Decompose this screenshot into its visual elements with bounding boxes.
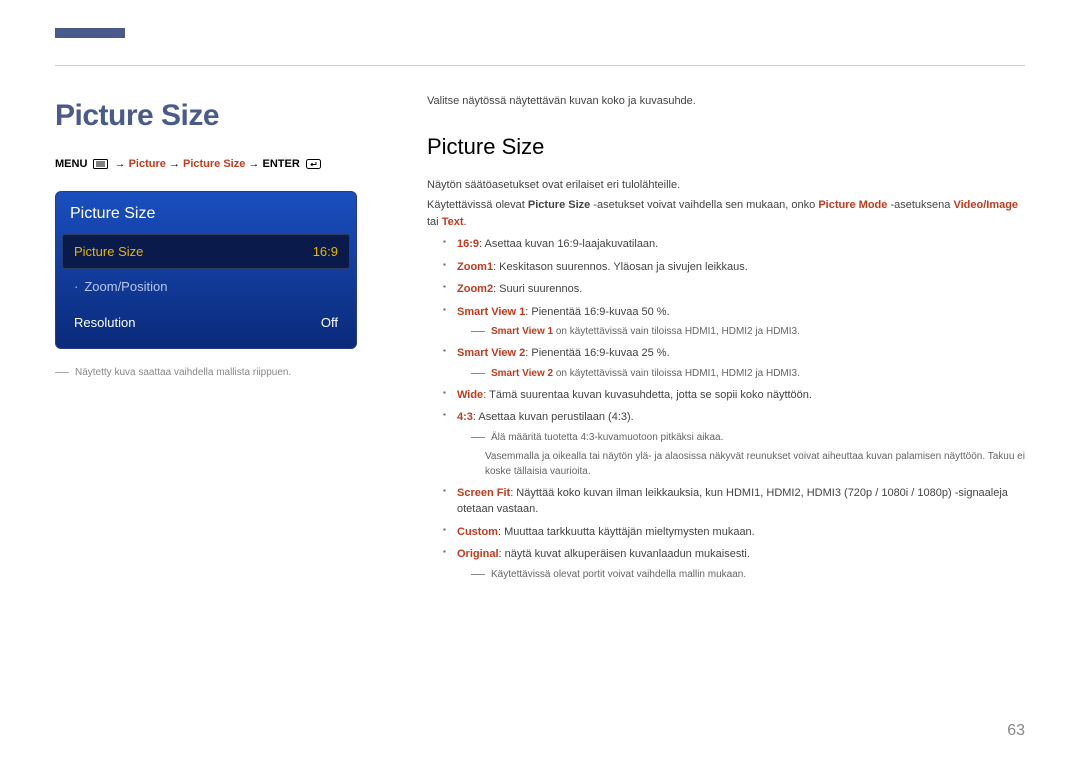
- breadcrumb-picture: Picture: [129, 158, 166, 170]
- breadcrumb-picture-size: Picture Size: [183, 158, 245, 170]
- osd-row-resolution[interactable]: Resolution Off: [62, 305, 350, 341]
- option-wide: Wide: Tämä suurentaa kuvan kuvasuhdetta,…: [443, 387, 1025, 404]
- paragraph-sources: Näytön säätöasetukset ovat erilaiset eri…: [427, 177, 1025, 194]
- osd-body: Picture Size 16:9 ·Zoom/Position Resolut…: [56, 234, 356, 349]
- osd-row-value: 16:9: [313, 242, 338, 262]
- osd-panel: Picture Size Picture Size 16:9 ·Zoom/Pos…: [55, 191, 357, 350]
- manual-page: Picture Size MENU → Picture → Picture Si…: [0, 0, 1080, 763]
- paragraph-availability: Käytettävissä olevat Picture Size -asetu…: [427, 197, 1025, 230]
- option-screen-fit: Screen Fit: Näyttää koko kuvan ilman lei…: [443, 485, 1025, 518]
- option-smart-view-2: Smart View 2: Pienentää 16:9-kuvaa 25 %.…: [443, 345, 1025, 381]
- breadcrumb-menu: MENU: [55, 158, 87, 170]
- options-list: 16:9: Asettaa kuvan 16:9-laajakuvatilaan…: [443, 236, 1025, 582]
- osd-row-picture-size[interactable]: Picture Size 16:9: [62, 234, 350, 270]
- breadcrumb-arrow-2: →: [169, 158, 183, 170]
- image-footnote: Näytetty kuva saattaa vaihdella mallista…: [55, 365, 395, 380]
- osd-row-value: Off: [321, 313, 338, 333]
- breadcrumb-arrow-1: →: [115, 158, 129, 170]
- left-column: Picture Size MENU → Picture → Picture Si…: [55, 93, 395, 588]
- osd-row-label: Picture Size: [74, 242, 143, 262]
- option-4-3: 4:3: Asettaa kuvan perustilaan (4:3). Äl…: [443, 409, 1025, 479]
- breadcrumb-enter: ENTER: [262, 158, 299, 170]
- note-4-3-body: Vasemmalla ja oikealla tai näytön ylä- j…: [485, 449, 1025, 479]
- page-number: 63: [1007, 719, 1025, 743]
- osd-row-label: Resolution: [74, 313, 135, 333]
- option-original: Original: näytä kuvat alkuperäisen kuvan…: [443, 546, 1025, 582]
- breadcrumb: MENU → Picture → Picture Size → ENTER: [55, 156, 395, 175]
- option-smart-view-1: Smart View 1: Pienentää 16:9-kuvaa 50 %.…: [443, 304, 1025, 340]
- note-4-3: Älä määritä tuotetta 4:3-kuvamuotoon pit…: [471, 430, 1025, 445]
- accent-bar: [55, 28, 125, 38]
- breadcrumb-arrow-3: →: [248, 158, 262, 170]
- menu-icon: [93, 158, 108, 175]
- option-custom: Custom: Muuttaa tarkkuutta käyttäjän mie…: [443, 524, 1025, 541]
- right-column: Valitse näytössä näytettävän kuvan koko …: [427, 93, 1025, 588]
- option-zoom2: Zoom2: Suuri suurennos.: [443, 281, 1025, 298]
- osd-row-zoom-position[interactable]: ·Zoom/Position: [62, 269, 350, 305]
- page-title: Picture Size: [55, 93, 395, 138]
- osd-header: Picture Size: [56, 192, 356, 234]
- horizontal-rule: [55, 65, 1025, 66]
- section-heading: Picture Size: [427, 130, 1025, 163]
- option-zoom1: Zoom1: Keskitason suurennos. Yläosan ja …: [443, 259, 1025, 276]
- enter-icon: [306, 158, 321, 175]
- note-original: Käytettävissä olevat portit voivat vaihd…: [471, 567, 1025, 582]
- note-smart-view-1: Smart View 1 on käytettävissä vain tiloi…: [471, 324, 1025, 339]
- osd-row-label: ·Zoom/Position: [74, 277, 167, 297]
- option-16-9: 16:9: Asettaa kuvan 16:9-laajakuvatilaan…: [443, 236, 1025, 253]
- note-smart-view-2: Smart View 2 on käytettävissä vain tiloi…: [471, 366, 1025, 381]
- intro-text: Valitse näytössä näytettävän kuvan koko …: [427, 93, 1025, 110]
